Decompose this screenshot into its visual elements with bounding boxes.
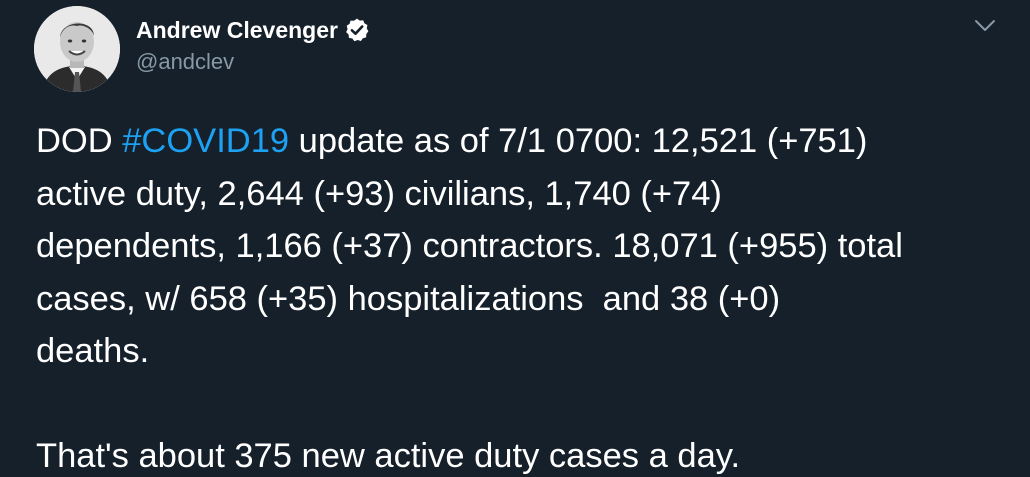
- tweet-line-2: active duty, 2,644 (+93) civilians, 1,74…: [36, 174, 722, 213]
- author-handle[interactable]: @andclev: [136, 49, 234, 75]
- tweet-line-5: deaths.: [36, 332, 150, 370]
- avatar[interactable]: [34, 6, 120, 92]
- tweet-line-1: DOD #COVID19 update as of 7/1 0700: 12,5…: [36, 115, 1016, 168]
- profile-photo-icon: [34, 6, 120, 92]
- tweet-body: DOD #COVID19 update as of 7/1 0700: 12,5…: [36, 115, 1016, 477]
- tweet-text-segment: update as of 7/1 0700: 12,521 (+751): [289, 122, 868, 160]
- verified-badge-icon: [344, 17, 370, 43]
- author-name-row: Andrew Clevenger: [136, 15, 370, 45]
- tweet-line-3: dependents, 1,166 (+37) contractors. 18,…: [36, 227, 903, 265]
- more-options-button[interactable]: [970, 11, 1000, 41]
- hashtag-link[interactable]: #COVID19: [122, 122, 289, 160]
- author-display-name[interactable]: Andrew Clevenger: [136, 17, 338, 44]
- tweet-line-4: cases, w/ 658 (+35) hospitalizations and…: [36, 279, 781, 318]
- tweet-card: Andrew Clevenger @andclev DOD #COVID19 u…: [0, 0, 1030, 477]
- tweet-line-6: That's about 375 new active duty cases a…: [36, 436, 741, 475]
- tweet-text-segment: DOD: [36, 122, 123, 160]
- chevron-down-icon: [975, 20, 995, 31]
